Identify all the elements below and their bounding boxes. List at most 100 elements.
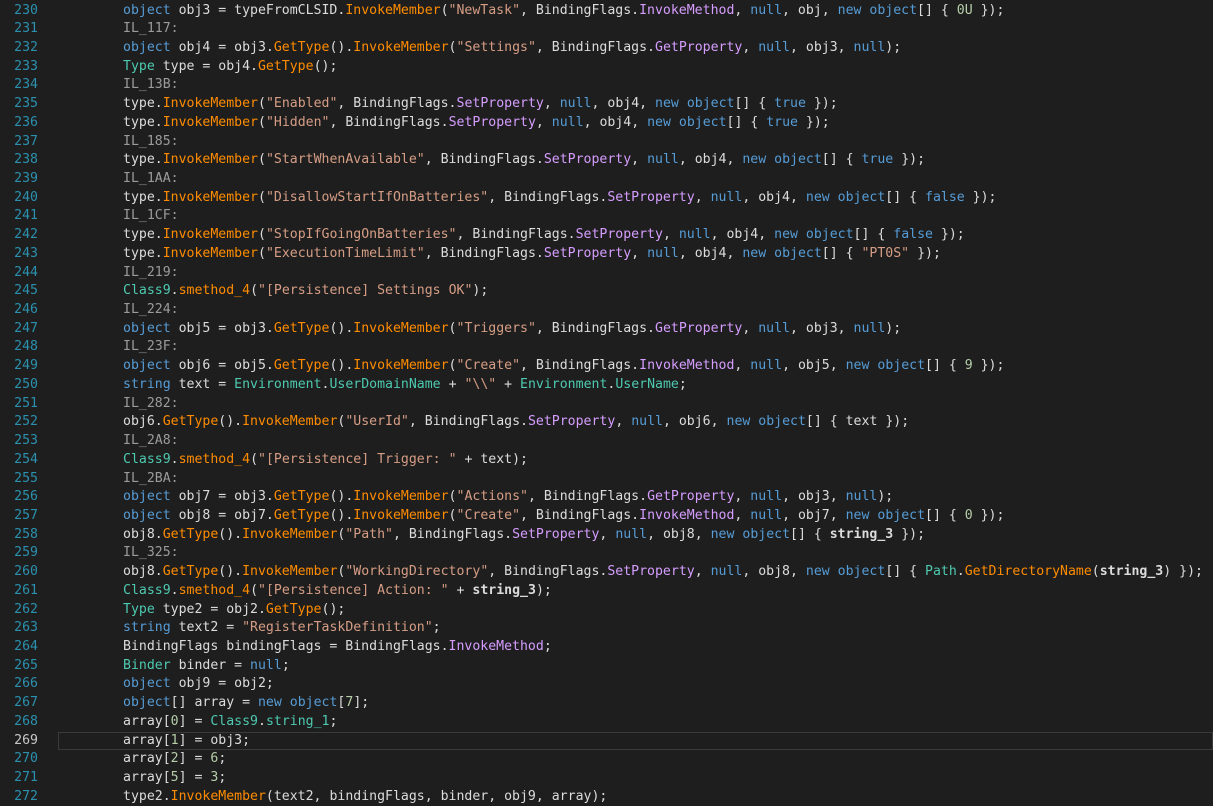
code-text[interactable]: object obj8 = obj7.GetType().InvokeMembe… <box>123 507 1004 526</box>
code-text[interactable]: IL_1CF: <box>123 207 179 226</box>
code-text[interactable]: IL_2A8: <box>123 432 179 451</box>
code-line[interactable]: 230 object obj3 = typeFromCLSID.InvokeMem… <box>0 2 1213 21</box>
code-text[interactable]: obj8.GetType().InvokeMember ("WorkingDire… <box>123 563 1203 582</box>
line-number: 263 <box>14 620 38 636</box>
code-text[interactable]: object obj5 = obj3.GetType().InvokeMembe… <box>123 320 901 339</box>
code-text[interactable]: array[0] = Class9.string_1; <box>123 713 337 732</box>
code-text[interactable]: IL_185: <box>123 133 179 152</box>
code-token: InvokeMember <box>162 189 258 205</box>
code-line[interactable]: 264 BindingFlags bindingFlags = BindingFl… <box>0 638 1213 657</box>
code-text[interactable]: IL_325: <box>123 544 179 563</box>
code-text[interactable]: Type type = obj4.GetType(); <box>123 58 337 77</box>
code-text[interactable]: obj8.GetType().InvokeMember("Path", Bind… <box>123 526 925 545</box>
code-text[interactable]: object obj7 = obj3.GetType().InvokeMembe… <box>123 488 893 507</box>
code-line[interactable]: 269 array[1] = obj3; <box>0 731 1213 751</box>
code-line[interactable]: 263 string text2 = "RegisterTaskDefinitio… <box>0 619 1213 638</box>
code-line[interactable]: 252 obj6.GetType().InvokeMember("UserId",… <box>0 413 1213 432</box>
line-number: 234 <box>14 77 38 93</box>
code-text[interactable]: object obj6 = obj5.GetType().InvokeMembe… <box>123 357 1004 376</box>
code-text[interactable]: object obj9 = obj2; <box>123 675 274 694</box>
code-text[interactable]: IL_23F: <box>123 338 179 357</box>
code-line[interactable]: 257 object obj8 = obj7.GetType().InvokeMe… <box>0 507 1213 526</box>
code-line[interactable]: 236 type.InvokeMember("Hidden", BindingFl… <box>0 114 1213 133</box>
code-line[interactable]: 265 Binder binder = null; <box>0 657 1213 676</box>
code-text[interactable]: Binder binder = null; <box>123 657 290 676</box>
code-text[interactable]: string text = Environment.UserDomainName… <box>123 376 687 395</box>
code-line[interactable]: 271 array[5] = 3; <box>0 769 1213 788</box>
code-line[interactable]: 238 type.InvokeMember("StartWhenAvailable… <box>0 151 1213 170</box>
code-text[interactable]: array[2] = 6; <box>123 750 226 769</box>
code-text[interactable]: array[5] = 3; <box>123 769 226 788</box>
code-text[interactable]: type.InvokeMember("StopIfGoingOnBatterie… <box>123 226 965 245</box>
code-line[interactable]: 268 array[0] = Class9.string_1; <box>0 713 1213 732</box>
code-text[interactable]: type.InvokeMember("DisallowStartIfOnBatt… <box>123 189 996 208</box>
code-token: + <box>496 376 521 392</box>
code-line[interactable]: 243 type.InvokeMember("ExecutionTimeLimit… <box>0 245 1213 264</box>
code-line[interactable]: 233 Type type = obj4.GetType(); <box>0 58 1213 77</box>
code-text[interactable]: IL_224: <box>123 301 179 320</box>
code-text[interactable]: object obj4 = obj3.GetType().InvokeMembe… <box>123 39 901 58</box>
code-text[interactable]: Class9.smethod_4("[Persistence] Action: … <box>123 582 552 601</box>
code-line[interactable]: 256 object obj7 = obj3.GetType().InvokeMe… <box>0 488 1213 507</box>
code-text[interactable]: type2.InvokeMember(text2, bindingFlags, … <box>123 788 607 806</box>
code-text[interactable]: string text2 = "RegisterTaskDefinition"; <box>123 619 441 638</box>
code-editor[interactable]: 230 object obj3 = typeFromCLSID.InvokeMem… <box>0 0 1213 806</box>
code-text[interactable]: object obj3 = typeFromCLSID.InvokeMember… <box>123 2 1004 21</box>
code-line[interactable]: 266 object obj9 = obj2; <box>0 675 1213 694</box>
code-line[interactable]: 246 IL_224: <box>0 301 1213 320</box>
code-text[interactable]: IL_219: <box>123 264 179 283</box>
code-text[interactable]: IL_2BA: <box>123 470 179 489</box>
code-text[interactable]: Class9.smethod_4("[Persistence] Settings… <box>123 282 488 301</box>
code-line[interactable]: 232 object obj4 = obj3.GetType().InvokeMe… <box>0 39 1213 58</box>
code-line[interactable]: 270 array[2] = 6; <box>0 750 1213 769</box>
code-line[interactable]: 249 object obj6 = obj5.GetType().InvokeMe… <box>0 357 1213 376</box>
code-line[interactable]: 231 IL_117: <box>0 20 1213 39</box>
line-number: 240 <box>14 189 38 205</box>
code-text[interactable]: type.InvokeMember("StartWhenAvailable", … <box>123 151 925 170</box>
code-token: object <box>123 39 171 55</box>
code-line[interactable]: 260 obj8.GetType().InvokeMember ("WorkingD… <box>0 563 1213 582</box>
code-line[interactable]: 245 Class9.smethod_4("[Persistence] Setti… <box>0 282 1213 301</box>
code-text[interactable]: array[1] = obj3; <box>123 732 250 751</box>
code-text[interactable]: IL_117: <box>123 20 179 39</box>
code-line[interactable]: 272 type2.InvokeMember(text2, bindingFlag… <box>0 788 1213 806</box>
code-line[interactable]: 248 IL_23F: <box>0 338 1213 357</box>
code-text[interactable]: IL_1AA: <box>123 170 179 189</box>
code-line[interactable]: 242 type.InvokeMember("StopIfGoingOnBatte… <box>0 226 1213 245</box>
code-line[interactable]: 250 string text = Environment.UserDomainN… <box>0 376 1213 395</box>
code-text[interactable]: IL_282: <box>123 395 179 414</box>
code-text[interactable]: obj6.GetType().InvokeMember("UserId", Bi… <box>123 413 909 432</box>
code-line[interactable]: 244 IL_219: <box>0 264 1213 283</box>
code-text[interactable]: type.InvokeMember("ExecutionTimeLimit", … <box>123 245 941 264</box>
code-line[interactable]: 235 type.InvokeMember("Enabled", BindingF… <box>0 95 1213 114</box>
code-line[interactable]: 237 IL_185: <box>0 133 1213 152</box>
code-line[interactable]: 234 IL_13B: <box>0 76 1213 95</box>
code-line[interactable]: 258 obj8.GetType().InvokeMember("Path", B… <box>0 526 1213 545</box>
code-line[interactable]: 261 Class9.smethod_4("[Persistence] Actio… <box>0 582 1213 601</box>
code-line[interactable]: 241 IL_1CF: <box>0 207 1213 226</box>
code-line[interactable]: 259 IL_325: <box>0 544 1213 563</box>
code-line[interactable]: 253 IL_2A8: <box>0 432 1213 451</box>
code-line[interactable]: 251 IL_282: <box>0 395 1213 414</box>
code-token: "\\" <box>464 376 497 392</box>
code-line[interactable]: 267 object[] array = new object[7]; <box>0 694 1213 713</box>
code-text[interactable]: Type type2 = obj2.GetType(); <box>123 601 345 620</box>
line-number: 262 <box>14 601 38 617</box>
code-line[interactable]: 262 Type type2 = obj2.GetType(); <box>0 601 1213 620</box>
code-text[interactable]: BindingFlags bindingFlags = BindingFlags… <box>123 638 552 657</box>
code-text[interactable]: type.InvokeMember("Hidden", BindingFlags… <box>123 114 830 133</box>
code-token: string_3 <box>472 582 536 598</box>
code-line[interactable]: 247 object obj5 = obj3.GetType().InvokeMe… <box>0 320 1213 339</box>
code-text[interactable]: object[] array = new object[7]; <box>123 694 369 713</box>
line-number: 249 <box>14 358 38 374</box>
code-line[interactable]: 240 type.InvokeMember("DisallowStartIfOnB… <box>0 189 1213 208</box>
code-token: ) }); <box>1163 564 1203 580</box>
code-line[interactable]: 255 IL_2BA: <box>0 470 1213 489</box>
code-text[interactable]: Class9.smethod_4("[Persistence] Trigger:… <box>123 451 528 470</box>
code-text[interactable]: IL_13B: <box>123 76 179 95</box>
code-line[interactable]: 239 IL_1AA: <box>0 170 1213 189</box>
code-token: (). <box>329 39 354 55</box>
line-number: 255 <box>14 470 38 486</box>
code-line[interactable]: 254 Class9.smethod_4("[Persistence] Trigg… <box>0 451 1213 470</box>
code-text[interactable]: type.InvokeMember("Enabled", BindingFlag… <box>123 95 838 114</box>
